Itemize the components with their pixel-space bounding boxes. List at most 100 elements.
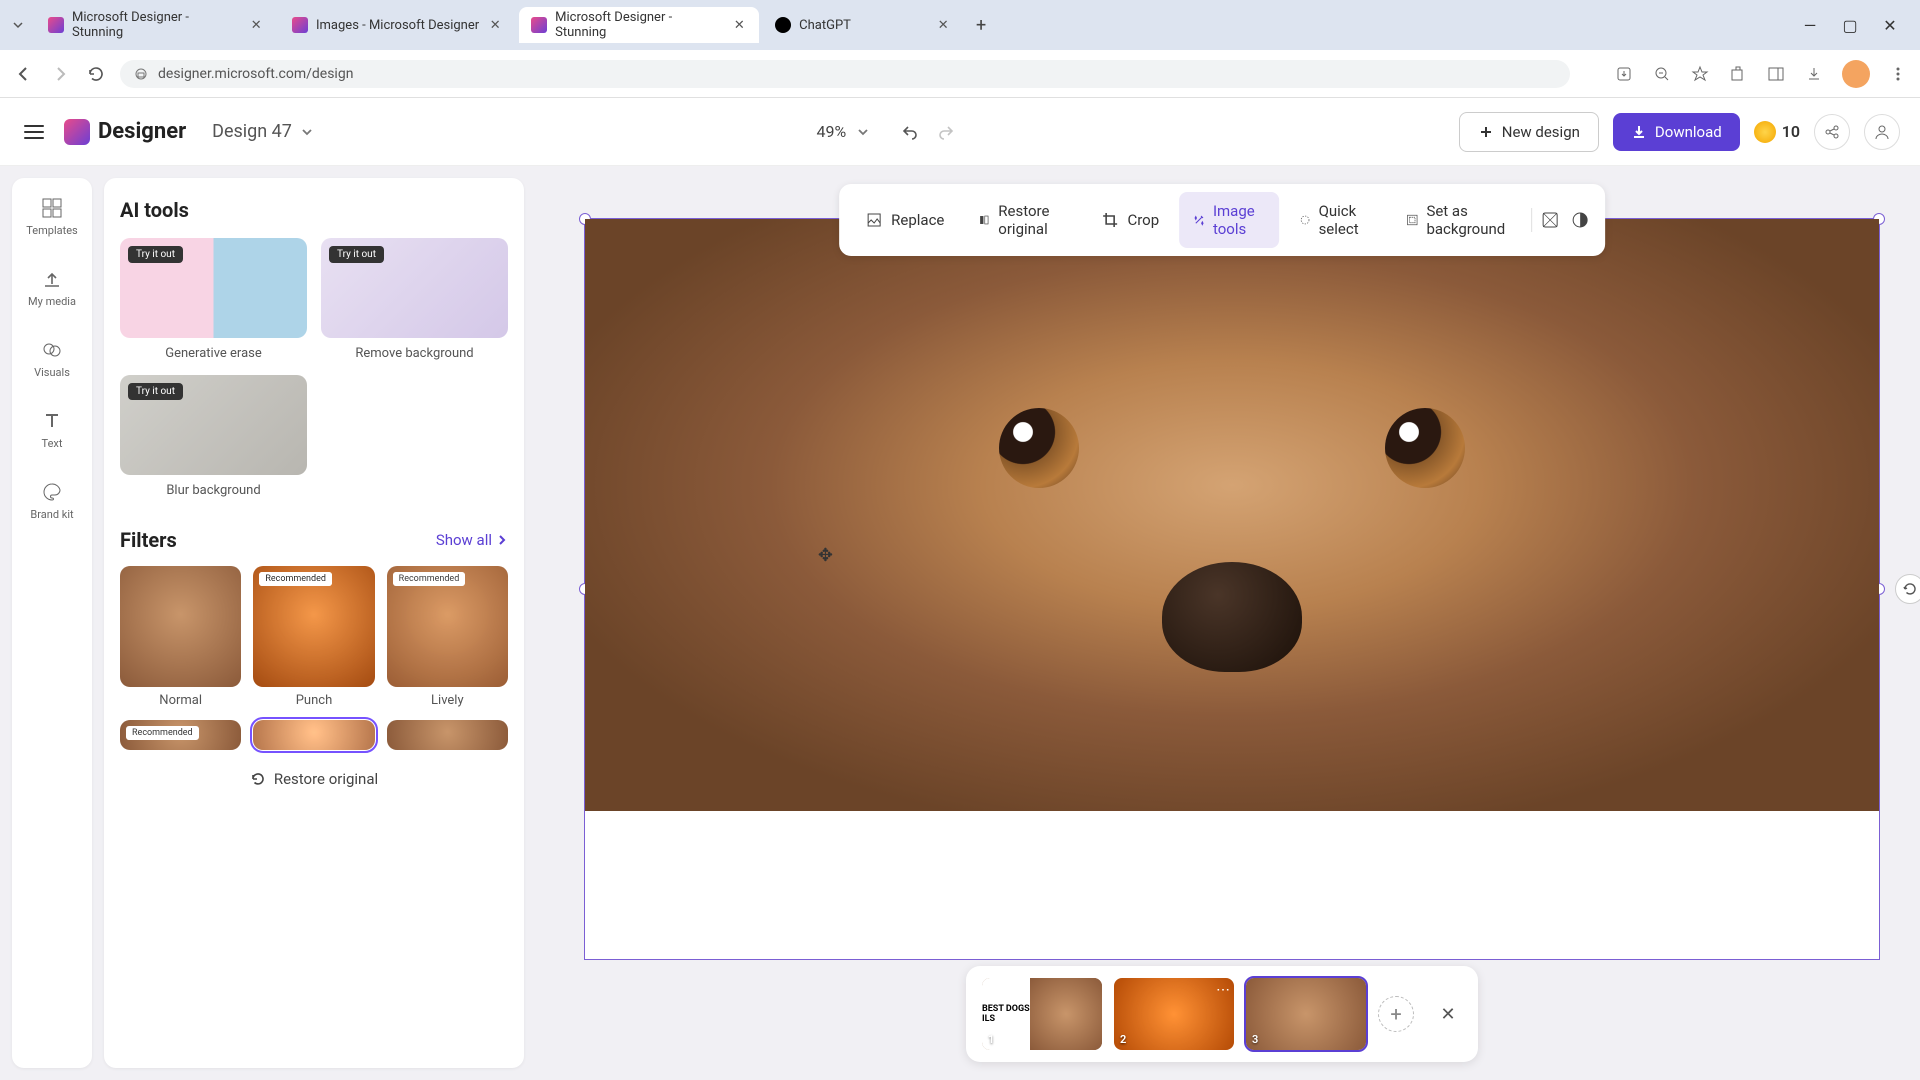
- download-icon: [1631, 124, 1647, 140]
- browser-tab[interactable]: Microsoft Designer - Stunning ✕: [36, 7, 276, 43]
- chevron-down-icon[interactable]: [856, 125, 870, 139]
- page-number: 2: [1120, 1033, 1126, 1046]
- quick-select-button[interactable]: Quick select: [1285, 192, 1386, 248]
- bookmark-icon[interactable]: [1690, 64, 1710, 84]
- rotate-handle[interactable]: [1895, 574, 1920, 604]
- recommended-badge: Recommended: [393, 572, 466, 586]
- ai-tool-blur-background[interactable]: Try it out Blur background: [120, 375, 307, 498]
- restore-original-button[interactable]: Restore original: [120, 770, 508, 788]
- extensions-icon[interactable]: [1728, 64, 1748, 84]
- filter-lively[interactable]: Recommended Lively: [387, 566, 508, 708]
- tab-title: ChatGPT: [799, 18, 851, 33]
- rail-label: Brand kit: [30, 508, 73, 521]
- app-header: Designer Design 47 49% New design Downlo…: [0, 98, 1920, 166]
- filter-item-selected[interactable]: [253, 720, 374, 750]
- browser-tab-active[interactable]: Microsoft Designer - Stunning ✕: [519, 7, 759, 43]
- page-number: 1: [988, 1033, 994, 1046]
- rail-my-media[interactable]: My media: [12, 261, 92, 314]
- page-thumbnail[interactable]: BEST DOGS ILS 1: [982, 978, 1102, 1050]
- crop-button[interactable]: Crop: [1087, 201, 1173, 239]
- replace-button[interactable]: Replace: [851, 201, 958, 239]
- filter-item[interactable]: [387, 720, 508, 750]
- text-icon: [40, 409, 64, 433]
- contrast-icon[interactable]: [1568, 202, 1593, 238]
- close-strip-icon[interactable]: ✕: [1434, 1000, 1462, 1028]
- chevron-down-icon: [300, 125, 314, 139]
- replace-icon: [865, 211, 883, 229]
- color-fill-icon[interactable]: [1538, 202, 1563, 238]
- magic-wand-icon: [1193, 211, 1205, 229]
- page-thumbnail-selected[interactable]: 3: [1246, 978, 1366, 1050]
- downloads-icon[interactable]: [1804, 64, 1824, 84]
- ai-tools-panel: AI tools Try it out Generative erase Try…: [104, 178, 524, 1068]
- ai-tool-label: Blur background: [120, 483, 307, 498]
- sidebar-rail: Templates My media Visuals Text Brand ki…: [12, 178, 92, 1068]
- redo-icon[interactable]: [936, 122, 956, 142]
- image-content: [1385, 408, 1465, 488]
- rail-visuals[interactable]: Visuals: [12, 332, 92, 385]
- hamburger-menu[interactable]: [20, 118, 48, 146]
- page-options-icon[interactable]: ⋯: [1216, 982, 1230, 998]
- rail-label: Templates: [26, 224, 77, 237]
- back-icon[interactable]: [12, 62, 36, 86]
- crop-label: Crop: [1127, 211, 1159, 229]
- ai-tool-generative-erase[interactable]: Try it out Generative erase: [120, 238, 307, 361]
- image-tools-button[interactable]: Image tools: [1179, 192, 1279, 248]
- browser-tab[interactable]: Images - Microsoft Designer ✕: [280, 7, 515, 43]
- browser-tab[interactable]: ChatGPT ✕: [763, 7, 963, 43]
- move-cursor-icon: ✥: [818, 545, 833, 566]
- coin-balance[interactable]: 10: [1754, 121, 1800, 143]
- coin-count: 10: [1782, 122, 1800, 141]
- workspace: Templates My media Visuals Text Brand ki…: [0, 166, 1920, 1080]
- set-background-icon: [1406, 211, 1418, 229]
- close-icon[interactable]: ✕: [248, 17, 264, 33]
- filter-item[interactable]: Recommended: [120, 720, 241, 750]
- set-background-button[interactable]: Set as background: [1392, 192, 1525, 248]
- site-info-icon[interactable]: [134, 67, 148, 81]
- restore-original-button[interactable]: Restore original: [964, 192, 1081, 248]
- rail-templates[interactable]: Templates: [12, 190, 92, 243]
- zoom-icon[interactable]: [1652, 64, 1672, 84]
- close-icon[interactable]: ✕: [1880, 15, 1900, 35]
- ai-tool-remove-background[interactable]: Try it out Remove background: [321, 238, 508, 361]
- show-all-filters[interactable]: Show all: [436, 531, 508, 549]
- canvas-selection-frame[interactable]: ✥: [584, 218, 1880, 960]
- menu-icon[interactable]: [1888, 64, 1908, 84]
- rail-brand-kit[interactable]: Brand kit: [12, 474, 92, 527]
- maximize-icon[interactable]: ▢: [1840, 15, 1860, 35]
- minimize-icon[interactable]: —: [1800, 15, 1820, 35]
- app-logo[interactable]: Designer: [64, 119, 186, 145]
- new-design-button[interactable]: New design: [1459, 112, 1599, 152]
- install-app-icon[interactable]: [1614, 64, 1634, 84]
- new-tab-button[interactable]: +: [967, 11, 995, 39]
- download-button[interactable]: Download: [1613, 113, 1740, 151]
- rail-text[interactable]: Text: [12, 403, 92, 456]
- coin-icon: [1754, 121, 1776, 143]
- forward-icon[interactable]: [48, 62, 72, 86]
- reload-icon[interactable]: [84, 62, 108, 86]
- side-panel-icon[interactable]: [1766, 64, 1786, 84]
- chevron-right-icon: [496, 534, 508, 546]
- new-design-label: New design: [1502, 123, 1580, 141]
- close-icon[interactable]: ✕: [731, 17, 747, 33]
- chatgpt-favicon: [775, 17, 791, 33]
- add-page-button[interactable]: +: [1378, 996, 1414, 1032]
- account-icon[interactable]: [1864, 114, 1900, 150]
- filters-heading: Filters: [120, 528, 177, 552]
- tab-list-dropdown[interactable]: [8, 15, 28, 35]
- design-title-dropdown[interactable]: Design 47: [212, 121, 314, 142]
- rail-label: Visuals: [34, 366, 70, 379]
- filter-punch[interactable]: Recommended Punch: [253, 566, 374, 708]
- zoom-level[interactable]: 49%: [816, 122, 846, 141]
- share-icon[interactable]: [1814, 114, 1850, 150]
- filter-normal[interactable]: Normal: [120, 566, 241, 708]
- page-thumbnail[interactable]: ⋯ 2: [1114, 978, 1234, 1050]
- canvas-image[interactable]: ✥: [585, 219, 1879, 811]
- tab-title: Microsoft Designer - Stunning: [555, 10, 723, 40]
- close-icon[interactable]: ✕: [487, 17, 503, 33]
- browser-tab-strip: Microsoft Designer - Stunning ✕ Images -…: [0, 0, 1920, 50]
- url-input[interactable]: designer.microsoft.com/design: [120, 60, 1570, 88]
- profile-avatar[interactable]: [1842, 60, 1870, 88]
- close-icon[interactable]: ✕: [935, 17, 951, 33]
- undo-icon[interactable]: [900, 122, 920, 142]
